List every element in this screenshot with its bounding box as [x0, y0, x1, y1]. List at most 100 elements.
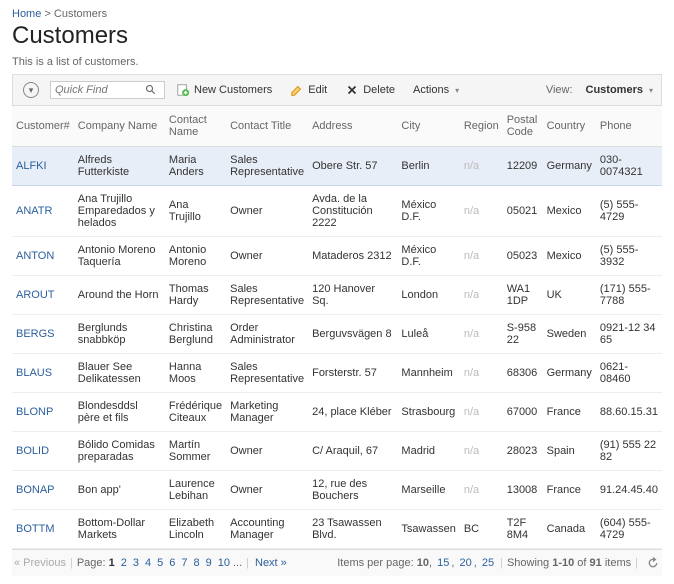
customer-id-link[interactable]: ANTON [16, 250, 54, 262]
pager-page-10[interactable]: 10 [218, 557, 230, 569]
table-row[interactable]: BLONPBlondesddsl père et filsFrédérique … [12, 393, 662, 432]
customer-id-link[interactable]: BLONP [16, 406, 53, 418]
chevron-down-icon: ▾ [23, 82, 39, 98]
table-row[interactable]: ANTONAntonio Moreno TaqueríaAntonio More… [12, 237, 662, 276]
table-row[interactable]: ANATRAna Trujillo Emparedados y heladosA… [12, 186, 662, 237]
pager-previous[interactable]: « Previous [14, 557, 66, 569]
cell-country: Germany [543, 147, 596, 186]
options-menu-button[interactable]: ▾ [16, 78, 46, 102]
pager-page-4[interactable]: 4 [145, 557, 151, 569]
cell-country: France [543, 393, 596, 432]
pager-page-9[interactable]: 9 [206, 557, 212, 569]
cell-company: Berglunds snabbköp [74, 315, 165, 354]
view-selector[interactable]: Customers ▾ [581, 81, 658, 99]
cell-company: Bólido Comidas preparadas [74, 432, 165, 471]
cell-company: Ana Trujillo Emparedados y helados [74, 186, 165, 237]
cell-address: 24, place Kléber [308, 393, 397, 432]
breadcrumb-current: Customers [54, 8, 107, 20]
page-subtitle: This is a list of customers. [12, 56, 662, 68]
cell-postal: 68306 [503, 354, 543, 393]
col-phone[interactable]: Phone [596, 106, 662, 147]
customer-id-link[interactable]: BOTTM [16, 523, 55, 535]
new-customers-button[interactable]: New Customers [169, 79, 279, 101]
cell-phone: (171) 555-7788 [596, 276, 662, 315]
table-row[interactable]: BLAUSBlauer See DelikatessenHanna MoosSa… [12, 354, 662, 393]
pager-page-8[interactable]: 8 [193, 557, 199, 569]
ipp-option-20[interactable]: 20 [459, 557, 471, 569]
actions-label: Actions [413, 84, 449, 96]
cell-contact_name: Maria Anders [165, 147, 226, 186]
customer-id-link[interactable]: AROUT [16, 289, 55, 301]
col-region[interactable]: Region [460, 106, 503, 147]
edit-button[interactable]: Edit [283, 79, 334, 101]
col-postal[interactable]: Postal Code [503, 106, 543, 147]
ipp-option-25[interactable]: 25 [482, 557, 494, 569]
pager-page-6[interactable]: 6 [169, 557, 175, 569]
col-city[interactable]: City [397, 106, 459, 147]
cell-id: BOLID [12, 432, 74, 471]
col-address[interactable]: Address [308, 106, 397, 147]
pager-page-5[interactable]: 5 [157, 557, 163, 569]
cell-contact_name: Hanna Moos [165, 354, 226, 393]
cell-city: Berlin [397, 147, 459, 186]
quick-find-input[interactable] [55, 84, 145, 96]
ipp-option-15[interactable]: 15 [437, 557, 449, 569]
table-row[interactable]: BONAPBon app'Laurence LebihanOwner12, ru… [12, 471, 662, 510]
col-contact-title[interactable]: Contact Title [226, 106, 308, 147]
cell-city: México D.F. [397, 186, 459, 237]
pager-page-1: 1 [109, 557, 115, 569]
cell-company: Antonio Moreno Taquería [74, 237, 165, 276]
cell-country: France [543, 471, 596, 510]
refresh-icon[interactable] [646, 556, 660, 570]
cell-city: London [397, 276, 459, 315]
cell-contact_name: Martín Sommer [165, 432, 226, 471]
cell-address: Obere Str. 57 [308, 147, 397, 186]
page-title: Customers [12, 22, 662, 50]
customer-id-link[interactable]: BOLID [16, 445, 49, 457]
cell-address: Forsterstr. 57 [308, 354, 397, 393]
col-contact-name[interactable]: Contact Name [165, 106, 226, 147]
col-customer-id[interactable]: Customer# [12, 106, 74, 147]
pager-more: ... [233, 557, 242, 569]
breadcrumb-home[interactable]: Home [12, 8, 41, 20]
table-row[interactable]: AROUTAround the HornThomas HardySales Re… [12, 276, 662, 315]
cell-region: n/a [460, 276, 503, 315]
pager-page-2[interactable]: 2 [121, 557, 127, 569]
customer-id-link[interactable]: ANATR [16, 205, 52, 217]
cell-address: 12, rue des Bouchers [308, 471, 397, 510]
table-row[interactable]: BOLID Bólido Comidas preparadasMartín Som… [12, 432, 662, 471]
cell-address: Berguvsvägen 8 [308, 315, 397, 354]
search-icon[interactable] [145, 84, 157, 96]
cell-contact_title: Sales Representative [226, 147, 308, 186]
cell-country: UK [543, 276, 596, 315]
table-header-row: Customer# Company Name Contact Name Cont… [12, 106, 662, 147]
col-country[interactable]: Country [543, 106, 596, 147]
cell-postal: 28023 [503, 432, 543, 471]
cell-company: Bottom-Dollar Markets [74, 510, 165, 549]
view-value: Customers [586, 84, 643, 96]
customer-id-link[interactable]: ALFKI [16, 160, 47, 172]
cell-id: BLAUS [12, 354, 74, 393]
table-row[interactable]: ALFKIAlfreds FutterkisteMaria AndersSale… [12, 147, 662, 186]
chevron-down-icon: ▾ [455, 86, 459, 95]
cell-region: BC [460, 510, 503, 549]
cell-region: n/a [460, 354, 503, 393]
delete-button[interactable]: Delete [338, 79, 402, 101]
table-row[interactable]: BERGSBerglunds snabbköpChristina Berglun… [12, 315, 662, 354]
cell-postal: 12209 [503, 147, 543, 186]
col-company[interactable]: Company Name [74, 106, 165, 147]
customer-id-link[interactable]: BLAUS [16, 367, 52, 379]
cell-phone: 030-0074321 [596, 147, 662, 186]
cell-city: Mannheim [397, 354, 459, 393]
table-row[interactable]: BOTTMBottom-Dollar MarketsElizabeth Linc… [12, 510, 662, 549]
actions-menu-button[interactable]: Actions ▾ [406, 80, 466, 100]
cell-region: n/a [460, 393, 503, 432]
pager-page-7[interactable]: 7 [181, 557, 187, 569]
cell-address: C/ Araquil, 67 [308, 432, 397, 471]
pager-next[interactable]: Next » [255, 557, 287, 569]
pager-page-3[interactable]: 3 [133, 557, 139, 569]
customer-id-link[interactable]: BONAP [16, 484, 55, 496]
cell-phone: 88.60.15.31 [596, 393, 662, 432]
customer-id-link[interactable]: BERGS [16, 328, 55, 340]
pager-page-label: Page: [77, 557, 106, 569]
